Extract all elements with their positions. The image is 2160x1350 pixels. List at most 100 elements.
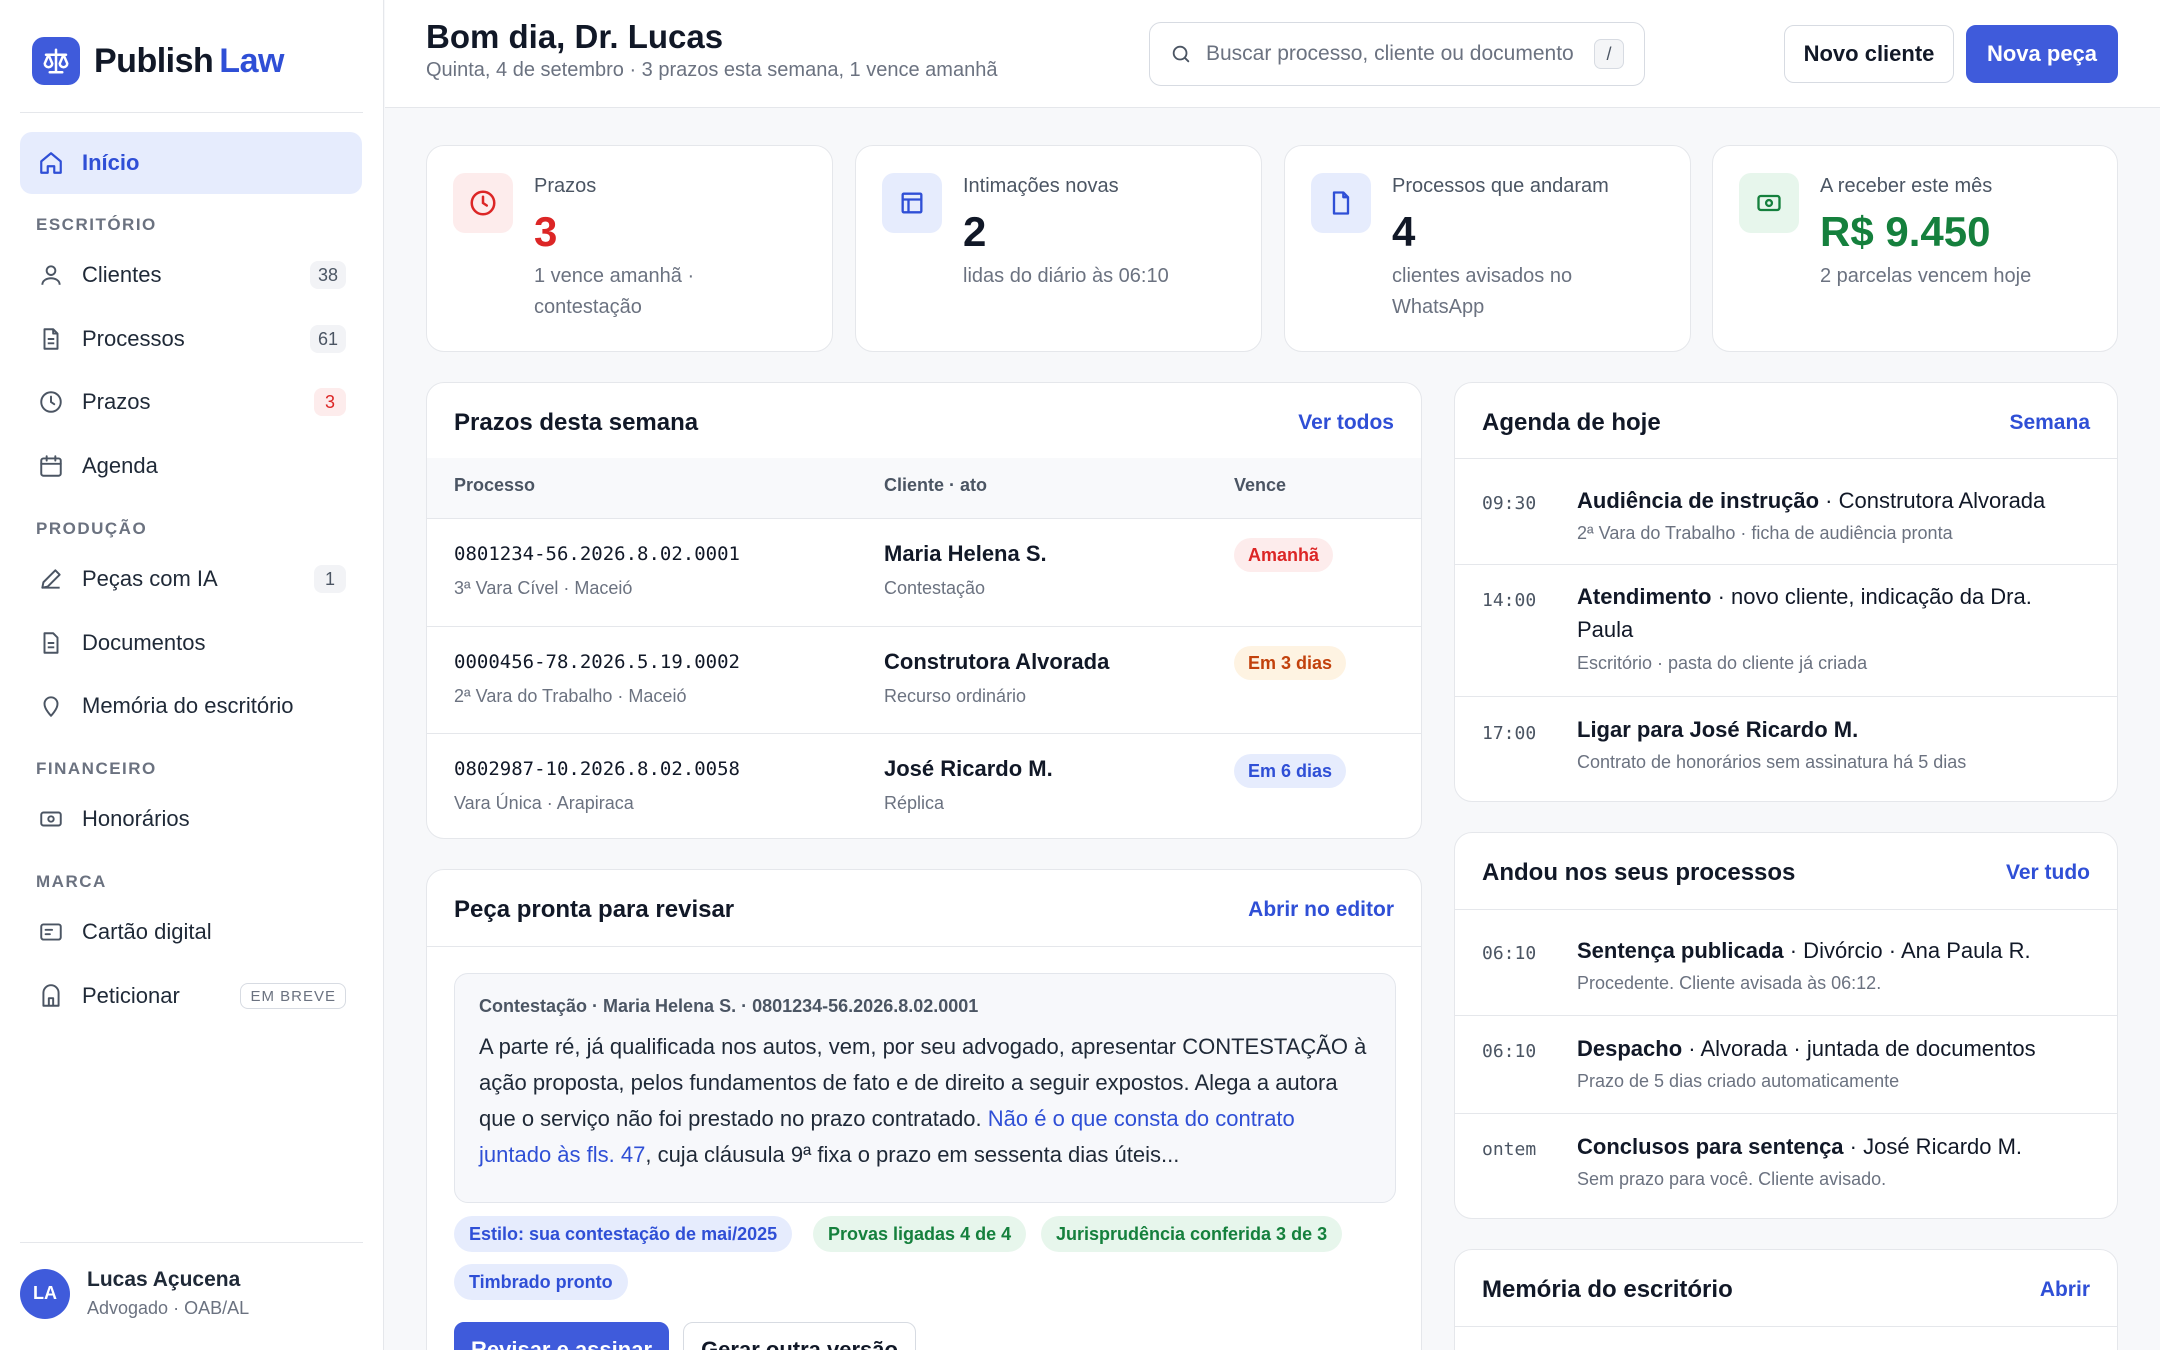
stat-card-receivables[interactable]: A receber este mês R$ 9.450 2 parcelas v… [1712, 145, 2118, 352]
page-title: Bom dia, Dr. Lucas [426, 18, 724, 55]
client-act: Réplica [884, 793, 945, 813]
sidebar-item-clients[interactable]: Clientes 38 [20, 244, 362, 306]
card-icon [36, 917, 66, 947]
process-number: 0000456-78.2026.5.19.0002 [454, 651, 740, 673]
open-editor-link[interactable]: Abrir no editor [1248, 898, 1394, 922]
movement-title: Sentença publicada · Divórcio · Ana Paul… [1577, 938, 2031, 963]
divider [1455, 1113, 2117, 1114]
sidebar-item-digital-card[interactable]: Cartão digital [20, 901, 362, 963]
process-number: 0802987-10.2026.8.02.0058 [454, 758, 740, 780]
stat-value: R$ 9.450 [1820, 208, 1991, 255]
view-all-link[interactable]: Ver tudo [2006, 861, 2090, 885]
section-label-finance: FINANCEIRO [36, 759, 157, 778]
document-icon [36, 628, 66, 658]
sidebar-item-processes[interactable]: Processos 61 [20, 308, 362, 370]
money-icon [36, 804, 66, 834]
draft-meta: Contestação · Maria Helena S. · 0801234-… [479, 996, 979, 1016]
new-client-button[interactable]: Novo cliente [1784, 25, 1954, 83]
stat-label: Processos que andaram [1392, 175, 1609, 197]
movement-subtitle: Prazo de 5 dias criado automaticamente [1577, 1071, 1900, 1091]
sidebar: Publish Law Início ESCRITÓRIO Clientes 38… [0, 0, 384, 1350]
office-memory-panel: Memória do escritório Abrir [1454, 1249, 2118, 1350]
sidebar-item-label: Agenda [82, 453, 158, 478]
sidebar-item-ai-pieces[interactable]: Peças com IA 1 [20, 548, 362, 610]
money-icon [1739, 173, 1799, 233]
process-court: Vara Única · Arapiraca [454, 793, 634, 813]
sidebar-item-deadlines[interactable]: Prazos 3 [20, 371, 362, 433]
count-badge: 1 [314, 565, 346, 593]
review-panel: Peça pronta para revisar Abrir no editor… [426, 869, 1422, 1350]
sidebar-item-label: Memória do escritório [82, 693, 294, 718]
search-shortcut-key: / [1594, 39, 1624, 69]
sidebar-item-documents[interactable]: Documentos [20, 612, 362, 674]
sidebar-item-agenda[interactable]: Agenda [20, 435, 362, 497]
agenda-time: 14:00 [1482, 590, 1537, 611]
top-header: Bom dia, Dr. Lucas Quinta, 4 de setembro… [385, 0, 2160, 108]
panel-title: Prazos desta semana [454, 409, 699, 436]
sidebar-item-label: Cartão digital [82, 919, 212, 944]
page-subtitle: Quinta, 4 de setembro · 3 prazos esta se… [426, 59, 998, 81]
stat-card-moved-processes[interactable]: Processos que andaram 4 clientes avisado… [1284, 145, 1691, 352]
panel-title: Andou nos seus processos [1482, 859, 1796, 886]
open-link[interactable]: Abrir [2040, 1278, 2090, 1302]
stat-description: clientes avisados no WhatsApp [1392, 265, 1573, 318]
due-badge: Em 6 dias [1234, 754, 1347, 788]
pin-icon [36, 691, 66, 721]
jurisprudence-tag: Jurisprudência conferida 3 de 3 [1041, 1216, 1343, 1252]
search-input[interactable]: Buscar processo, cliente ou documento / [1149, 22, 1645, 86]
evidence-tag: Provas ligadas 4 de 4 [813, 1216, 1027, 1252]
sidebar-item-fees[interactable]: Honorários [20, 788, 362, 850]
regenerate-button[interactable]: Gerar outra versão [683, 1322, 916, 1350]
sidebar-item-petition[interactable]: Peticionar EM BREVE [20, 965, 362, 1027]
sidebar-item-label: Início [82, 150, 140, 175]
file-icon [36, 324, 66, 354]
draft-preview[interactable]: Contestação · Maria Helena S. · 0801234-… [454, 973, 1396, 1203]
agenda-panel: Agenda de hoje Semana 09:30 Audiência de… [1454, 382, 2118, 802]
stat-card-intimations[interactable]: Intimações novas 2 lidas do diário às 06… [855, 145, 1262, 352]
stat-description: lidas do diário às 06:10 [963, 265, 1169, 287]
divider [427, 733, 1421, 734]
client-act: Recurso ordinário [884, 686, 1027, 706]
search-icon [1170, 43, 1192, 65]
new-piece-button[interactable]: Nova peça [1966, 25, 2118, 83]
deadlines-panel: Prazos desta semana Ver todos Processo C… [426, 382, 1422, 839]
brand[interactable]: Publish Law [32, 36, 284, 86]
user-profile[interactable]: LA Lucas Açucena Advogado · OAB/AL [20, 1268, 249, 1319]
home-icon [36, 148, 66, 178]
section-label-brand: MARCA [36, 872, 107, 891]
stat-description: 2 parcelas vencem hoje [1820, 265, 2032, 287]
agenda-time: 09:30 [1482, 493, 1537, 514]
user-icon [36, 260, 66, 290]
sidebar-item-label: Honorários [82, 806, 190, 831]
count-badge: 38 [309, 261, 346, 289]
avatar: LA [20, 1268, 70, 1319]
week-link[interactable]: Semana [2009, 411, 2090, 435]
panel-title: Agenda de hoje [1482, 409, 1661, 436]
movement-subtitle: Procedente. Cliente avisada às 06:12. [1577, 973, 1882, 993]
coming-soon-badge: EM BREVE [240, 983, 346, 1009]
stat-value: 4 [1392, 208, 1416, 255]
sidebar-item-label: Peças com IA [82, 566, 218, 591]
letterhead-tag: Timbrado pronto [454, 1264, 628, 1300]
clock-icon [36, 387, 66, 417]
divider [1455, 696, 2117, 697]
sidebar-item-memory[interactable]: Memória do escritório [20, 675, 362, 737]
divider [1455, 564, 2117, 565]
stat-card-deadlines[interactable]: Prazos 3 1 vence amanhã · contestação [426, 145, 833, 352]
agenda-subtitle: Contrato de honorários sem assinatura há… [1577, 752, 1967, 772]
sidebar-item-home[interactable]: Início [20, 132, 362, 194]
client-act: Contestação [884, 578, 986, 598]
stat-description: 1 vence amanhã · contestação [534, 265, 695, 318]
sidebar-item-label: Clientes [82, 262, 162, 287]
scale-icon [32, 37, 80, 85]
panel-title: Peça pronta para revisar [454, 896, 735, 923]
movement-title: Despacho · Alvorada · juntada de documen… [1577, 1036, 2036, 1061]
review-sign-button[interactable]: Revisar e assinar [454, 1322, 669, 1350]
file-icon [1311, 173, 1371, 233]
process-court: 2ª Vara do Trabalho · Maceió [454, 686, 687, 706]
view-all-link[interactable]: Ver todos [1298, 411, 1394, 435]
stat-value: 3 [534, 208, 558, 255]
movement-title: Conclusos para sentença · José Ricardo M… [1577, 1134, 2023, 1159]
courthouse-icon [36, 981, 66, 1011]
divider [1455, 1326, 2117, 1327]
